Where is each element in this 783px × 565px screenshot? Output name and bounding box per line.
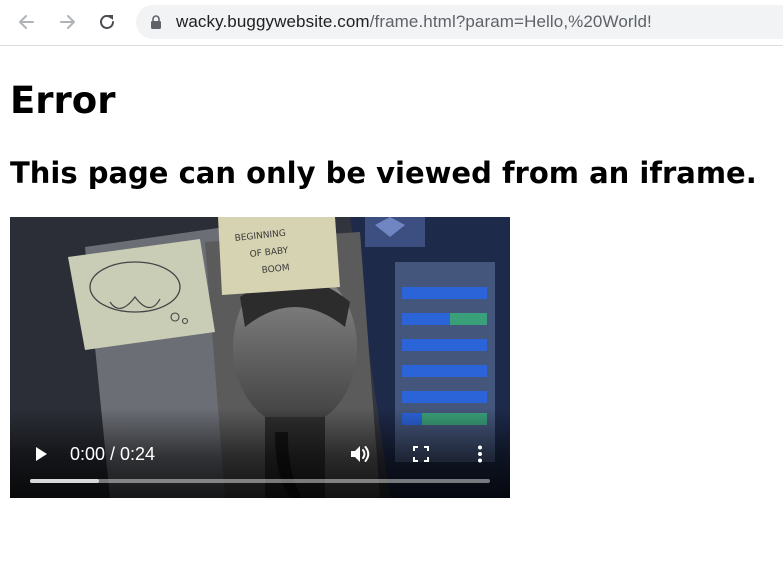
reload-button[interactable]: [92, 7, 122, 37]
fullscreen-icon: [413, 446, 429, 462]
video-controls: 0:00 / 0:24: [10, 408, 510, 498]
reload-icon: [100, 15, 114, 29]
mute-button[interactable]: [348, 442, 372, 466]
page-title: Error: [10, 79, 116, 122]
forward-button[interactable]: [52, 7, 82, 37]
volume-icon: [351, 446, 370, 462]
more-options-button[interactable]: [470, 441, 490, 467]
seek-bar[interactable]: [30, 479, 490, 483]
time-display: 0:00 / 0:24: [70, 444, 156, 464]
play-icon: [36, 447, 47, 461]
url-host: wacky.buggywebsite.com: [176, 12, 370, 31]
browser-toolbar: wacky.buggywebsite.com/frame.html?param=…: [0, 0, 783, 46]
play-button[interactable]: [30, 443, 52, 465]
page-subtitle: This page can only be viewed from an ifr…: [10, 156, 757, 190]
more-vert-icon: [478, 445, 482, 463]
buffered-bar: [30, 479, 99, 483]
url-text[interactable]: wacky.buggywebsite.com/frame.html?param=…: [176, 12, 652, 32]
arrow-left-icon: [19, 15, 34, 29]
back-button[interactable]: [12, 7, 42, 37]
url-path: /frame.html?param=Hello,%20World!: [369, 12, 652, 31]
lock-icon[interactable]: [150, 15, 162, 29]
arrow-right-icon: [60, 15, 75, 29]
video-player[interactable]: BEGINNING OF BABY BOOM 0:00 / 0:24: [10, 217, 510, 498]
fullscreen-button[interactable]: [410, 443, 432, 465]
address-bar[interactable]: wacky.buggywebsite.com/frame.html?param=…: [136, 5, 783, 39]
